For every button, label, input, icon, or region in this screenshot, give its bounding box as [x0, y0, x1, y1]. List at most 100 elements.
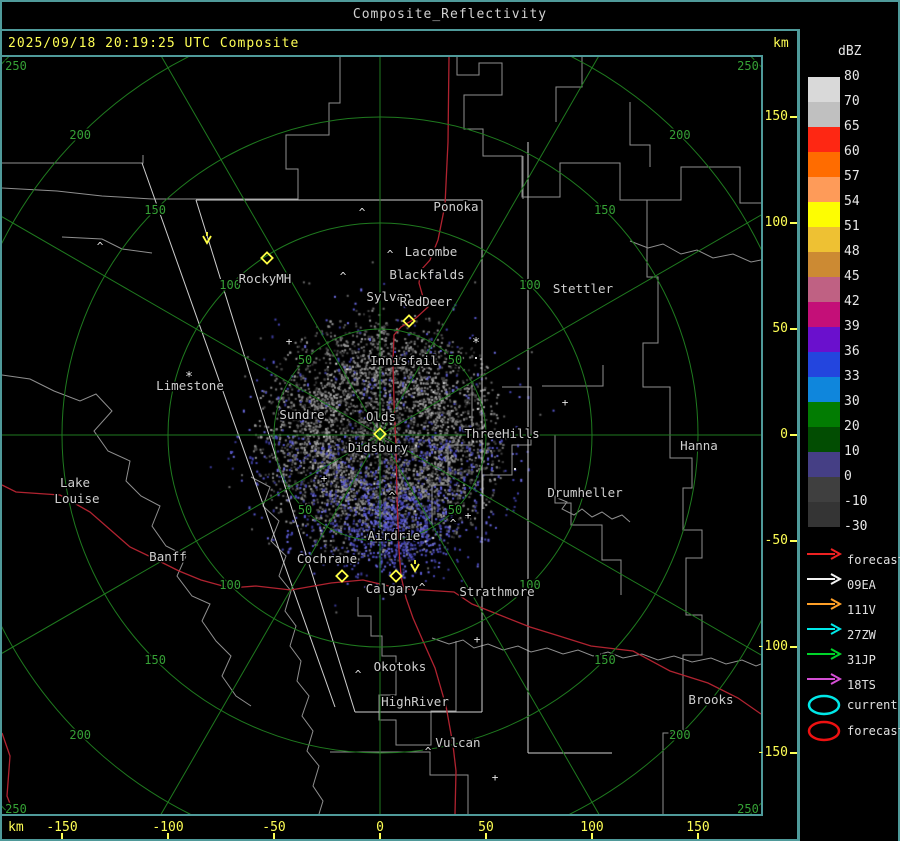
legend-label: 111V — [847, 603, 876, 617]
radar-site-diamond-icon — [335, 569, 349, 583]
dbz-scale-value: -30 — [844, 519, 868, 534]
city-caret-icon: ^ — [97, 240, 104, 253]
city-label: Stettler — [553, 281, 614, 296]
legend-arrow-icon — [807, 673, 843, 685]
dbz-scale-value: 39 — [844, 319, 860, 334]
map-line — [2, 374, 252, 707]
dbz-scale-value: 57 — [844, 169, 860, 184]
range-ring-label: 150 — [594, 653, 616, 667]
legend-arrow-icon — [807, 548, 843, 560]
dbz-scale-value: 36 — [844, 344, 860, 359]
dbz-swatch — [808, 302, 840, 327]
range-ring-label: 250 — [737, 59, 759, 73]
map-line — [2, 187, 153, 200]
city-plus-icon: + — [465, 509, 472, 522]
right-axis-value: -100 — [756, 639, 788, 654]
scale-title: dBZ — [838, 44, 862, 59]
azimuth-spoke — [379, 434, 761, 656]
city-caret-icon: ^ — [425, 745, 432, 758]
right-axis-value: 150 — [764, 109, 788, 124]
dbz-swatch — [808, 327, 840, 352]
dbz-swatch — [808, 227, 840, 252]
city-label: Vulcan — [435, 735, 480, 750]
dbz-swatch — [808, 452, 840, 477]
dbz-scale-value: 20 — [844, 419, 860, 434]
range-ring-label: 250 — [5, 59, 27, 73]
range-ring-label: 50 — [448, 353, 462, 367]
bottom-axis-tick — [273, 833, 275, 839]
range-ring-label: 200 — [669, 728, 691, 742]
radar-site-diamond-icon — [389, 569, 403, 583]
right-axis-value: -50 — [764, 533, 788, 548]
city-label: Drumheller — [547, 485, 623, 500]
city-asterisk-icon: * — [472, 336, 480, 351]
map-line — [330, 751, 469, 814]
dbz-scale-value: 0 — [844, 469, 852, 484]
legend-ellipse-icon — [807, 694, 841, 716]
map-line — [456, 57, 761, 204]
bottom-axis-tick — [379, 833, 381, 839]
legend-label: 09EA — [847, 578, 876, 592]
range-ring-label: 250 — [737, 802, 759, 814]
titlebar: Composite_Reflectivity — [0, 0, 900, 29]
range-ring-label: 150 — [594, 203, 616, 217]
dbz-swatch — [808, 477, 840, 502]
map-line — [554, 435, 622, 595]
city-dot-icon — [514, 468, 516, 470]
city-plus-icon: + — [474, 633, 481, 646]
city-label: Strathmore — [459, 584, 534, 599]
city-plus-icon: + — [562, 396, 569, 409]
range-ring-label: 100 — [519, 278, 541, 292]
city-label: Cochrane — [297, 551, 357, 566]
dbz-scale-value: 65 — [844, 119, 860, 134]
city-label: Blackfalds — [389, 267, 464, 282]
right-axis-value: 0 — [780, 427, 788, 442]
map-overlay: 50 5050 50100 100100 100150 150150 150200 20020… — [2, 57, 761, 814]
dbz-swatch — [808, 77, 840, 102]
dbz-swatch — [808, 352, 840, 377]
right-axis-tick — [790, 540, 797, 542]
legend-label: forecast — [847, 553, 900, 567]
dbz-scale-value: 33 — [844, 369, 860, 384]
info-row: 2025/09/18 20:19:25 UTC Composite — [2, 31, 797, 55]
radar-map: 50 50 50 50 100 100 100 100 150 150 150 150 200 200 20… — [2, 57, 761, 814]
dbz-scale-value: 51 — [844, 219, 860, 234]
city-label: Lacombe — [405, 244, 458, 259]
dbz-swatch — [808, 502, 840, 527]
city-label: Brooks — [688, 692, 733, 707]
dbz-scale-value: 42 — [844, 294, 860, 309]
timestamp-label: 2025/09/18 20:19:25 UTC Composite — [8, 36, 300, 51]
dbz-scale-value: 30 — [844, 394, 860, 409]
city-caret-icon: ^ — [387, 248, 394, 261]
dbz-scale-value: -10 — [844, 494, 868, 509]
range-ring-label: 50 — [298, 503, 312, 517]
city-label: Airdrie — [368, 528, 421, 543]
legend-label: forecast — [847, 724, 900, 738]
dbz-scale-value: 10 — [844, 444, 860, 459]
city-caret-icon: ^ — [340, 270, 347, 283]
bottom-axis-tick — [591, 833, 593, 839]
range-ring-label: 200 — [69, 128, 91, 142]
city-label: ThreeHills — [464, 426, 539, 441]
city-caret-icon: ^ — [359, 206, 366, 219]
dbz-scale-value: 80 — [844, 69, 860, 84]
azimuth-spoke — [160, 434, 381, 814]
map-line — [250, 476, 324, 814]
dbz-scale-value: 48 — [844, 244, 860, 259]
city-label: Didsbury — [348, 440, 409, 455]
city-dot-icon — [475, 357, 477, 359]
right-axis-value: 50 — [772, 321, 788, 336]
dbz-swatch — [808, 177, 840, 202]
range-ring-label: 50 — [298, 353, 312, 367]
legend-label: 18TS — [847, 678, 876, 692]
bottom-axis-tick — [697, 833, 699, 839]
dbz-swatch — [808, 202, 840, 227]
dbz-swatch — [808, 377, 840, 402]
dbz-sidebar: dBZ 80 70 65 60 57 54 51 48 45 42 39 36 33 30 20 10 0 -10… — [800, 29, 900, 841]
dbz-swatch — [808, 152, 840, 177]
city-label: Louise — [54, 491, 99, 506]
legend-arrow-icon — [807, 598, 843, 610]
city-label: Hanna — [680, 438, 718, 453]
legend-row: forecast — [800, 718, 900, 746]
map-line — [662, 431, 703, 814]
